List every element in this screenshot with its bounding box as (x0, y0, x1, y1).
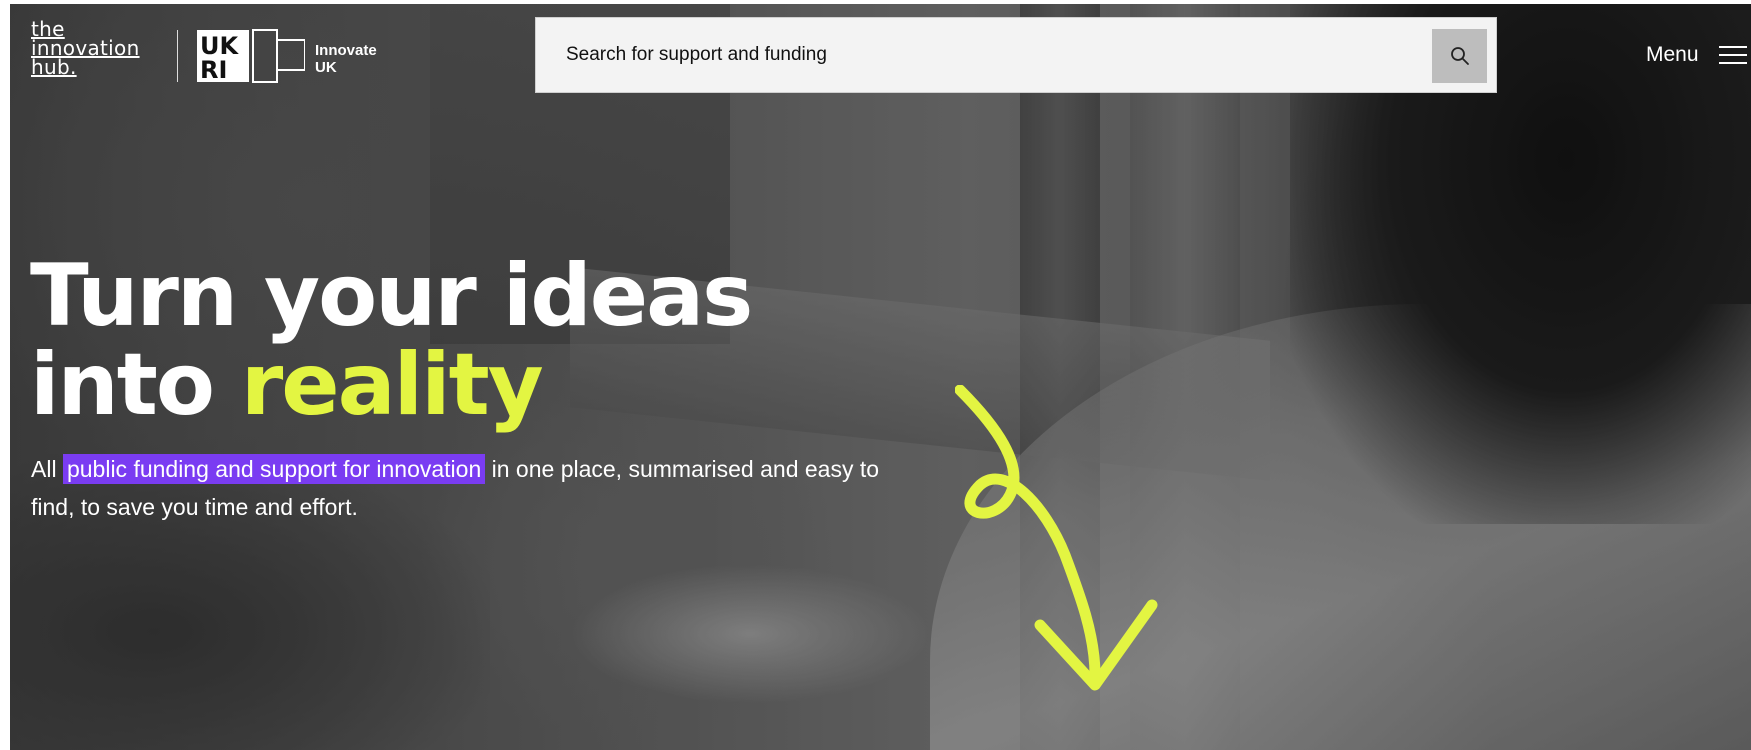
hero-subtitle: All public funding and support for innov… (31, 450, 911, 526)
menu-label: Menu (1646, 43, 1699, 66)
headline-accent: reality (240, 335, 544, 435)
hero-headline: Turn your ideas into reality (30, 246, 753, 430)
hamburger-icon (1718, 40, 1747, 70)
menu-button[interactable]: Menu (1646, 40, 1747, 70)
ukri-logo[interactable]: UK RI (197, 26, 305, 84)
search-input[interactable] (566, 18, 1416, 92)
curly-down-arrow-icon (955, 385, 1158, 691)
subtitle-highlight: public funding and support for innovatio… (62, 454, 486, 484)
search-bar (535, 17, 1497, 93)
headline-line-2: into reality (30, 341, 751, 430)
logo-divider (177, 30, 178, 82)
innovate-uk-logo-text: Innovate UK (315, 42, 377, 76)
search-button[interactable] (1432, 29, 1487, 83)
logo-line: hub. (31, 55, 77, 79)
svg-text:RI: RI (200, 56, 227, 84)
subtitle-prefix: All (31, 456, 63, 482)
magnifier-icon (1450, 47, 1469, 65)
innovate-line: Innovate (315, 42, 377, 59)
innovation-hub-logo[interactable]: the innovation hub. (31, 19, 140, 79)
headline-prefix: into (30, 335, 241, 435)
headline-line-1: Turn your ideas (30, 246, 753, 346)
innovate-line: UK (315, 59, 337, 76)
